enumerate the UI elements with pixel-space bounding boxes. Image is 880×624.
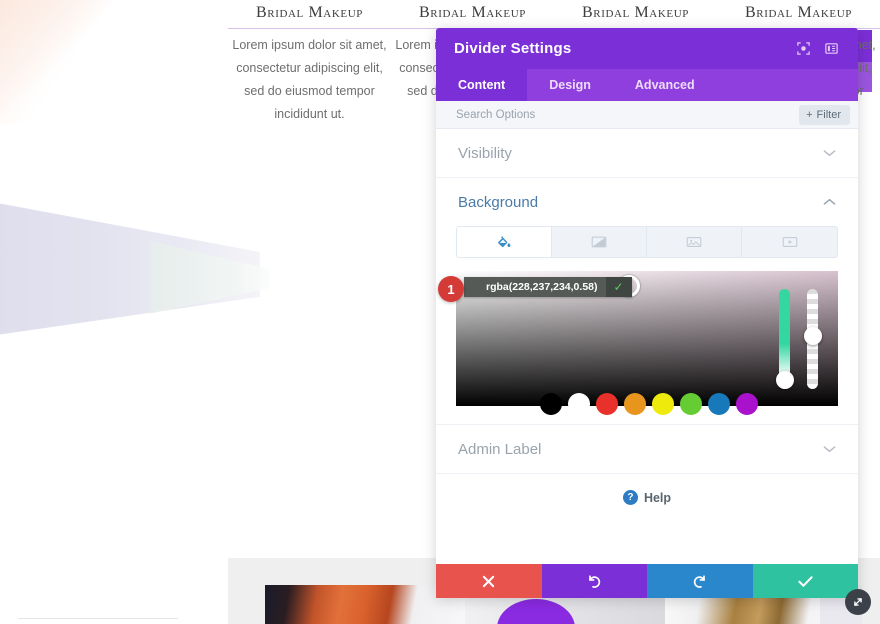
section-visibility: Visibility: [436, 129, 858, 178]
help-row[interactable]: ? Help: [436, 474, 858, 505]
column-heading: Bridal Makeup: [582, 4, 689, 21]
section-background-body: 1 rgba(228,237,234,0.58) ✓: [436, 226, 858, 424]
filter-button[interactable]: + Filter: [799, 104, 850, 125]
color-picker-saturation-area[interactable]: 1 rgba(228,237,234,0.58) ✓: [438, 271, 838, 415]
layout-panel-icon[interactable]: [818, 36, 844, 62]
section-admin-label: Admin Label: [436, 425, 858, 474]
section-background-label: Background: [458, 193, 539, 211]
section-background: Background 1 rgba(228,237,234,0.58) ✓: [436, 178, 858, 425]
swatch-orange[interactable]: [624, 393, 646, 415]
purple-overlay-circle: [497, 599, 575, 624]
modal-body: Visibility Background 1 rgba(228,237,234…: [436, 129, 858, 564]
swatch-green[interactable]: [680, 393, 702, 415]
search-input[interactable]: [456, 108, 800, 121]
modal-title: Divider Settings: [454, 40, 572, 57]
modal-header: Divider Settings: [436, 28, 858, 69]
section-admin-label-header[interactable]: Admin Label: [436, 425, 858, 473]
save-button[interactable]: [752, 564, 858, 598]
tab-advanced[interactable]: Advanced: [613, 69, 717, 101]
modal-footer: [436, 564, 858, 598]
column-heading: Bridal Makeup: [419, 4, 526, 21]
section-admin-label-label: Admin Label: [458, 440, 542, 458]
background-video-tab[interactable]: [742, 227, 837, 257]
filter-button-label: Filter: [816, 108, 841, 121]
undo-button[interactable]: [541, 564, 647, 598]
divider-settings-modal: Divider Settings Content Design Advanced…: [436, 28, 858, 598]
decorative-peach-photo: [0, 0, 235, 128]
resize-handle[interactable]: [845, 589, 871, 615]
column-heading: Bridal Makeup: [745, 4, 852, 21]
cancel-button[interactable]: [436, 564, 542, 598]
chevron-up-icon: [823, 196, 836, 208]
preset-swatch-row: [540, 393, 758, 415]
help-label: Help: [643, 490, 672, 505]
lower-left-card-edge: [18, 618, 178, 624]
background-image-tab[interactable]: [647, 227, 742, 257]
swatch-white[interactable]: [568, 393, 590, 415]
tab-design[interactable]: Design: [527, 69, 613, 101]
swatch-purple[interactable]: [736, 393, 758, 415]
color-confirm-checkmark-icon[interactable]: ✓: [605, 277, 632, 297]
background-gradient-tab[interactable]: [552, 227, 647, 257]
color-value-input[interactable]: rgba(228,237,234,0.58): [464, 277, 606, 297]
question-mark-icon: ?: [622, 490, 638, 505]
section-visibility-label: Visibility: [458, 144, 512, 162]
chevron-down-icon: [823, 147, 836, 159]
step-number-badge: 1: [438, 276, 464, 302]
modal-tab-bar: Content Design Advanced: [436, 69, 858, 101]
swatch-yellow[interactable]: [652, 393, 674, 415]
column-heading: Bridal Makeup: [256, 4, 363, 21]
redo-button[interactable]: [647, 564, 753, 598]
section-visibility-header[interactable]: Visibility: [436, 129, 858, 177]
hue-slider[interactable]: [775, 289, 794, 389]
swatch-black[interactable]: [540, 393, 562, 415]
color-value-field: rgba(228,237,234,0.58) ✓: [464, 277, 632, 297]
column-body: Lorem ipsum dolor sit amet, consectetur …: [232, 38, 387, 122]
swatch-blue[interactable]: [708, 393, 730, 415]
alpha-slider[interactable]: [803, 289, 822, 389]
plus-icon: +: [806, 108, 813, 121]
section-background-header[interactable]: Background: [436, 178, 858, 226]
tab-content[interactable]: Content: [436, 69, 528, 101]
background-color-tab[interactable]: [457, 227, 552, 257]
chevron-down-icon: [823, 443, 836, 455]
content-column: Bridal Makeup Lorem ipsum dolor sit amet…: [228, 0, 391, 127]
background-type-tabs: [456, 226, 838, 258]
hue-slider-knob[interactable]: [775, 371, 794, 389]
gallery-photo-1: [265, 585, 465, 624]
focus-target-icon[interactable]: [790, 36, 816, 62]
search-options-bar: + Filter: [436, 101, 858, 129]
alpha-slider-knob[interactable]: [803, 327, 822, 345]
swatch-red[interactable]: [596, 393, 618, 415]
